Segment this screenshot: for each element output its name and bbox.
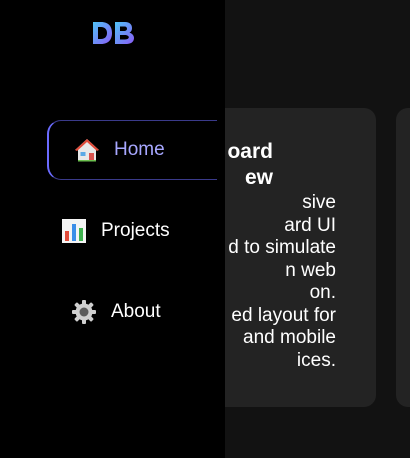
db-logo-icon — [93, 22, 134, 44]
bar-chart-icon — [61, 218, 87, 244]
sidebar-item-about[interactable]: About — [47, 282, 217, 342]
sidebar-item-label: About — [111, 301, 161, 322]
sidebar-item-projects[interactable]: Projects — [47, 201, 217, 261]
sidebar: Home Projects About — [0, 0, 225, 458]
second-card — [396, 108, 410, 407]
sidebar-item-label: Projects — [101, 220, 170, 241]
app-root: oard ew sive ard UI d to simulate n web … — [0, 0, 410, 458]
gear-icon — [71, 299, 97, 325]
house-icon — [74, 137, 100, 163]
sidebar-item-home[interactable]: Home — [47, 120, 217, 180]
sidebar-item-label: Home — [114, 139, 165, 160]
app-logo[interactable] — [90, 18, 138, 48]
